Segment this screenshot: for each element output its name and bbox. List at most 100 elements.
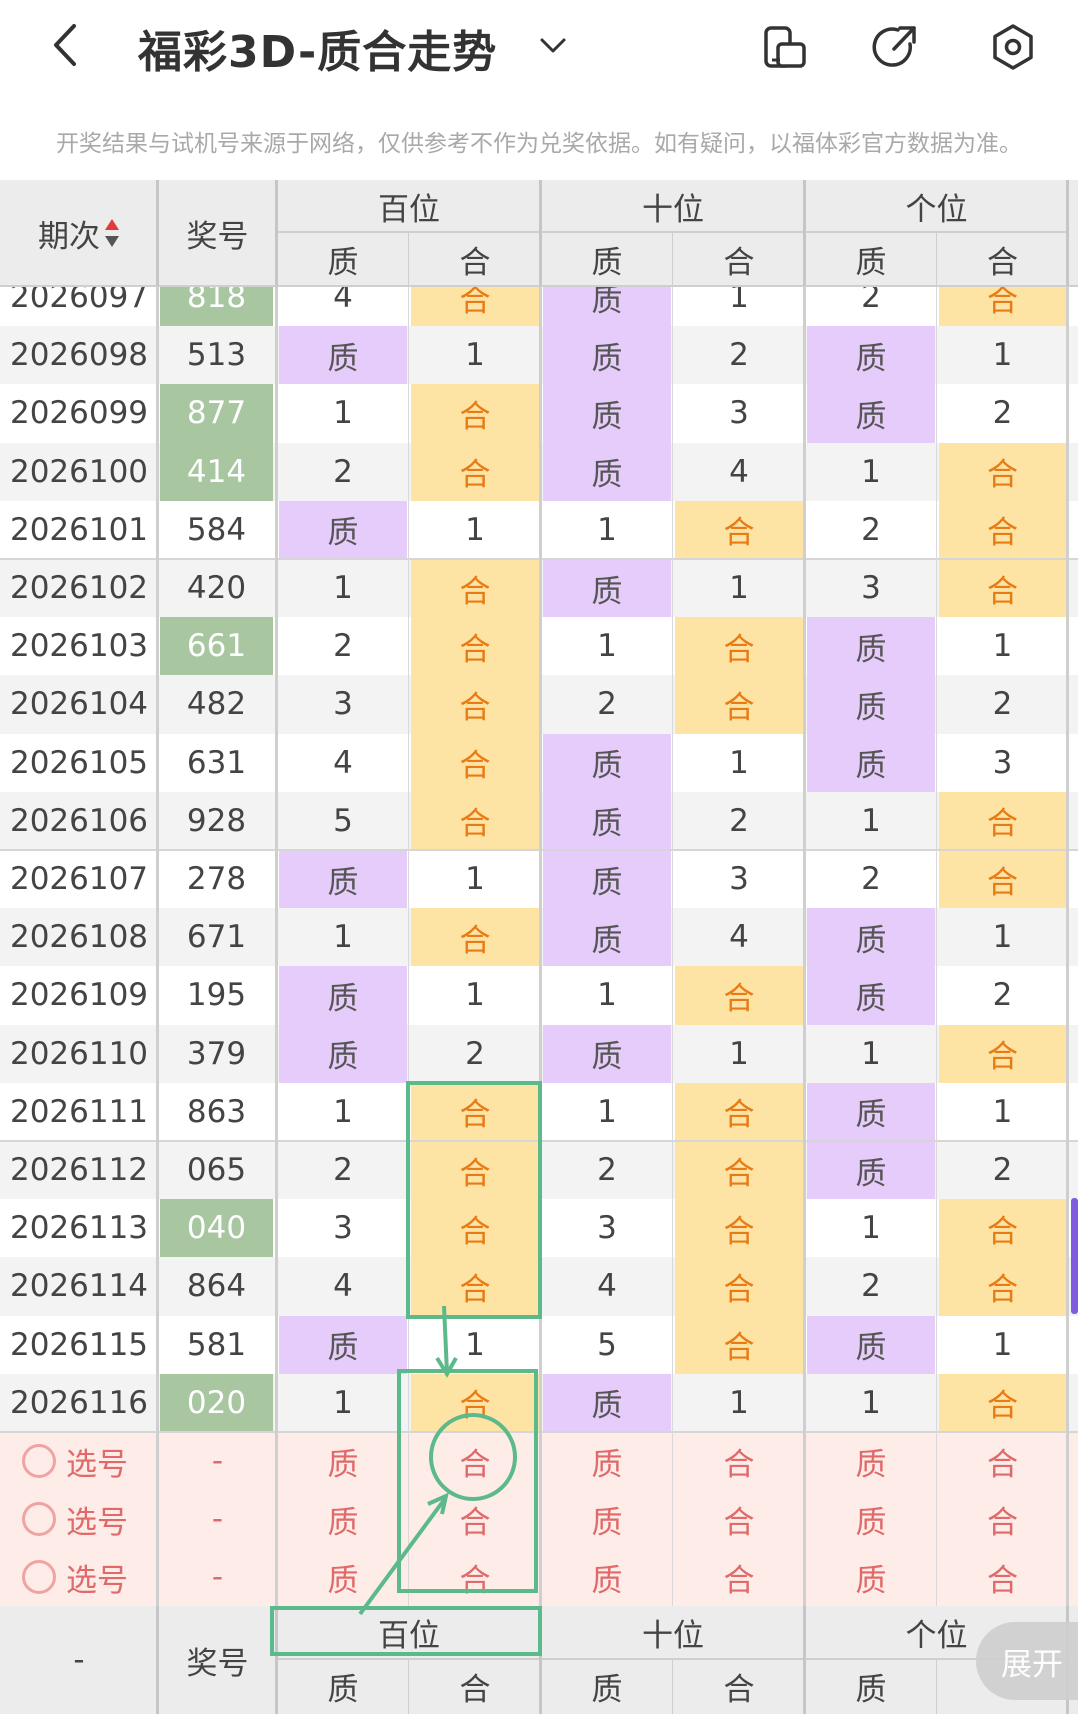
he-cell: 合 (411, 1082, 539, 1141)
pick-zhi-option[interactable]: 质 (277, 1490, 409, 1548)
zhi-cell: 2 (597, 686, 617, 723)
he-cell: 2 (465, 1035, 485, 1072)
he-cell: 1 (465, 337, 485, 374)
footer-number: 奖号 (186, 1645, 249, 1682)
zhi-cell: 4 (333, 1268, 353, 1305)
pick-he-option[interactable]: 合 (409, 1490, 541, 1548)
pick-label[interactable]: 选号 (66, 1548, 158, 1606)
he-cell: 2 (729, 337, 749, 374)
pick-zhi-option[interactable]: 质 (805, 1432, 937, 1490)
zhi-cell: 质 (279, 326, 407, 385)
number-cell: 671 (186, 919, 247, 956)
pick-he-option[interactable]: 合 (937, 1548, 1068, 1606)
zhi-cell: 质 (279, 500, 407, 559)
footer-column-divider (539, 1606, 542, 1714)
scrollbar[interactable] (1071, 1198, 1078, 1314)
he-cell: 1 (992, 1093, 1013, 1130)
zhi-cell: 质 (807, 1082, 935, 1141)
number-cell: 631 (186, 744, 247, 781)
zhi-cell: 2 (333, 628, 353, 665)
number-cell: 420 (186, 570, 247, 607)
period-cell: 2026099 (9, 395, 149, 432)
pick-zhi-option[interactable]: 质 (277, 1548, 409, 1606)
pick-he-option[interactable]: 合 (673, 1490, 805, 1548)
header-column-divider (936, 232, 937, 286)
period-cell: 2026112 (9, 1152, 149, 1189)
column-divider (1066, 180, 1069, 1714)
footer-column-divider (408, 1658, 409, 1714)
period-cell: 2026103 (9, 628, 149, 665)
pick-he-option[interactable]: 合 (937, 1432, 1068, 1490)
he-cell: 1 (992, 1326, 1013, 1363)
pick-he-option[interactable]: 合 (673, 1432, 805, 1490)
period-cell: 2026100 (9, 453, 149, 490)
pick-he-option[interactable]: 合 (409, 1548, 541, 1606)
pick-zhi-option[interactable]: 质 (805, 1490, 937, 1548)
he-cell: 合 (939, 1024, 1066, 1083)
period-cell: 2026113 (9, 1210, 149, 1247)
pick-label[interactable]: 选号 (66, 1432, 158, 1490)
pick-he-option[interactable]: 合 (409, 1432, 541, 1490)
number-cell: 661 (160, 617, 273, 676)
he-cell: 4 (729, 453, 749, 490)
he-cell: 1 (992, 628, 1013, 665)
footer-column-divider (672, 1658, 673, 1714)
number-cell: 065 (186, 1152, 247, 1189)
he-cell: 合 (411, 384, 539, 443)
pick-zhi-option[interactable]: 质 (541, 1432, 673, 1490)
he-cell: 合 (675, 1257, 803, 1316)
period-header[interactable]: 期次 (0, 180, 158, 286)
number-cell: 863 (186, 1093, 247, 1130)
pick-zhi-option[interactable]: 质 (541, 1490, 673, 1548)
zhi-cell: 质 (543, 908, 671, 967)
zhi-cell: 1 (861, 453, 881, 490)
zhi-cell: 质 (543, 384, 671, 443)
radio-button[interactable] (22, 1502, 56, 1537)
he-cell: 2 (992, 395, 1013, 432)
he-cell: 合 (675, 966, 803, 1025)
sub-header-he: 合 (723, 244, 755, 281)
pick-he-option[interactable]: 合 (937, 1490, 1068, 1548)
sub-header-zhi: 质 (855, 244, 887, 281)
he-cell: 3 (729, 861, 749, 898)
expand-button[interactable]: 展开 (976, 1622, 1078, 1700)
sort-icon[interactable] (104, 217, 120, 249)
zhi-cell: 质 (807, 675, 935, 734)
he-cell: 合 (939, 1373, 1066, 1432)
footer-sub-header: 合 (723, 1671, 755, 1708)
footer-period: - (73, 1642, 85, 1678)
he-cell: 1 (729, 1384, 749, 1421)
zhi-cell: 质 (807, 1315, 935, 1374)
radio-button[interactable] (22, 1444, 56, 1478)
pick-zhi-option[interactable]: 质 (277, 1432, 409, 1490)
pick-zhi-option[interactable]: 质 (541, 1548, 673, 1606)
he-cell: 合 (675, 1315, 803, 1374)
he-cell: 1 (465, 861, 485, 898)
he-cell: 1 (465, 511, 485, 548)
he-cell: 2 (992, 977, 1013, 1014)
group-header: 个位 (905, 191, 968, 228)
zhi-cell: 质 (543, 442, 671, 501)
zhi-cell: 3 (333, 1210, 353, 1247)
column-divider (803, 180, 806, 1714)
zhi-cell: 2 (861, 1268, 881, 1305)
footer-column-divider (803, 1606, 806, 1714)
header-column-divider (275, 180, 278, 286)
zhi-cell: 2 (333, 453, 353, 490)
sub-header-zhi: 质 (327, 244, 359, 281)
sub-header-zhi: 质 (591, 244, 623, 281)
he-cell: 合 (411, 675, 539, 734)
number-cell: 482 (186, 686, 247, 723)
zhi-cell: 2 (597, 1152, 617, 1189)
he-cell: 合 (939, 442, 1066, 501)
zhi-cell: 1 (333, 570, 353, 607)
zhi-cell: 5 (597, 1326, 617, 1363)
pick-label[interactable]: 选号 (66, 1490, 158, 1548)
period-header-label: 期次 (38, 218, 100, 255)
period-cell: 2026110 (9, 1035, 149, 1072)
pick-he-option[interactable]: 合 (673, 1548, 805, 1606)
zhi-cell: 3 (597, 1210, 617, 1247)
he-cell: 合 (411, 1257, 539, 1316)
number-cell: 513 (186, 337, 247, 374)
pick-zhi-option[interactable]: 质 (805, 1548, 937, 1606)
